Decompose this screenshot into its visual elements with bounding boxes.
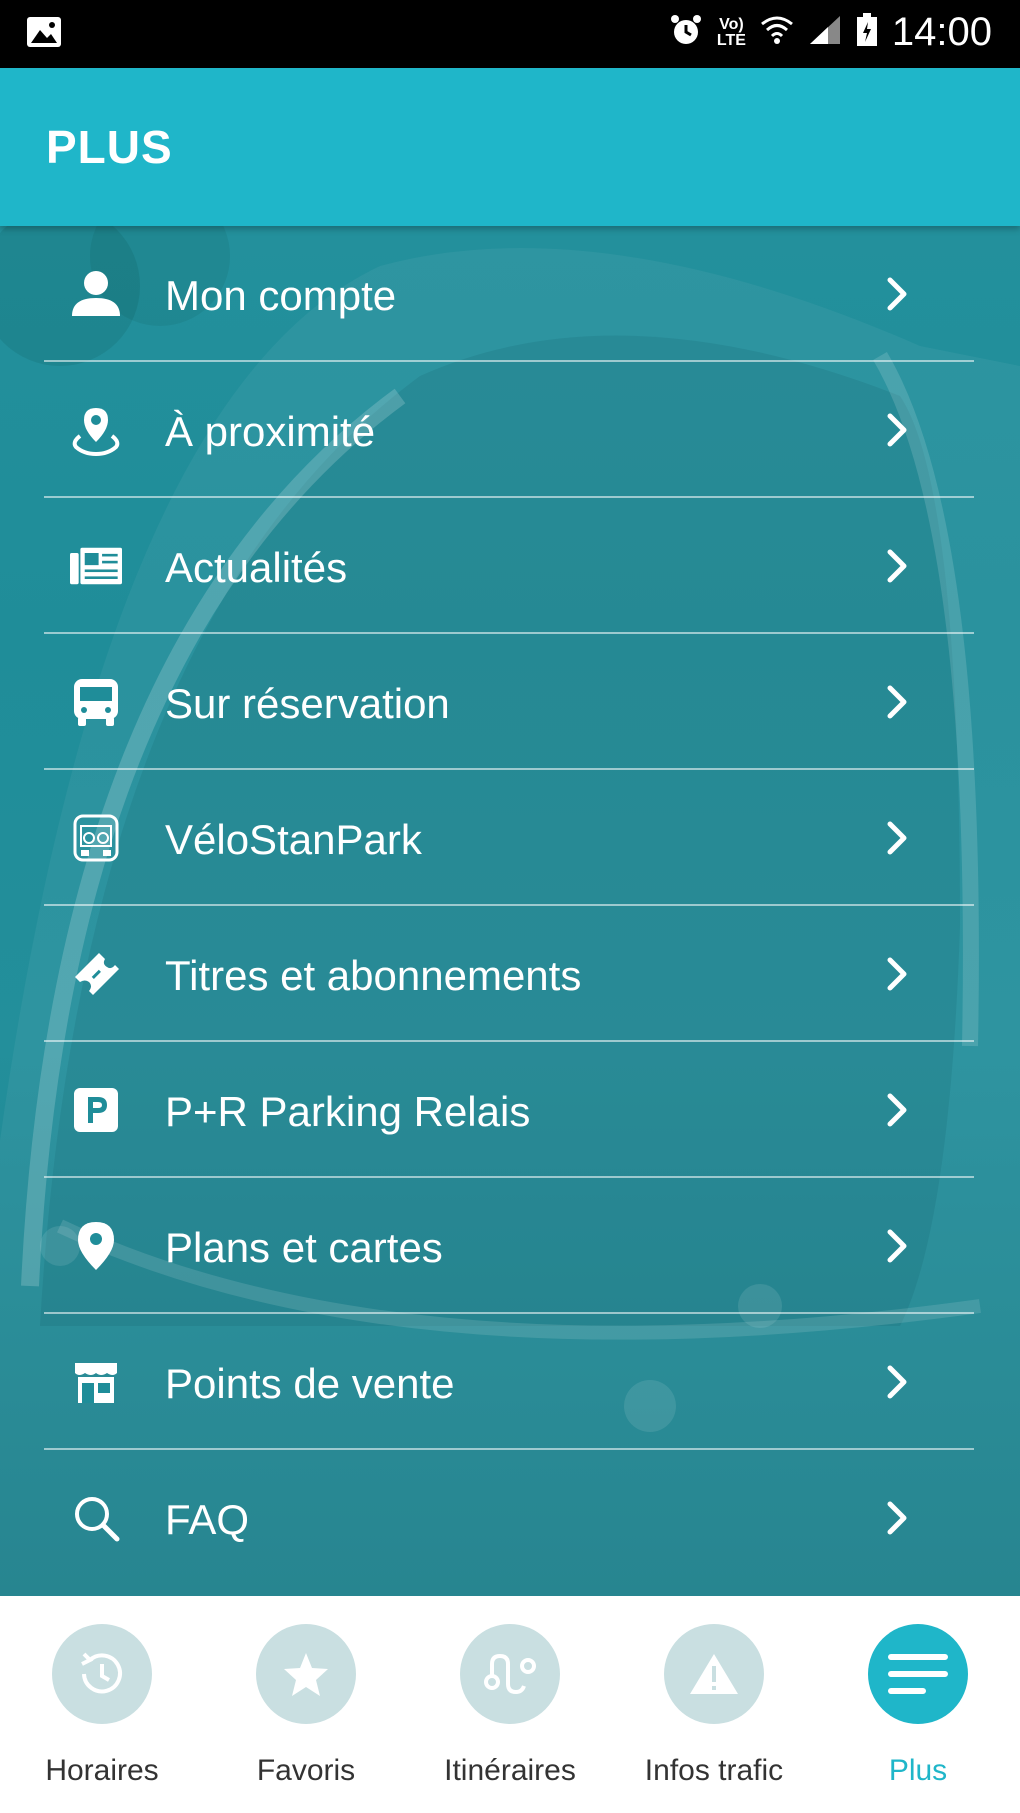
menu-item-sur-reservation[interactable]: Sur réservation — [0, 634, 1020, 770]
location-pin-icon — [70, 404, 122, 456]
menu-item-mon-compte[interactable]: Mon compte — [0, 226, 1020, 362]
nav-label: Horaires — [45, 1754, 159, 1787]
nav-label: Infos trafic — [644, 1754, 784, 1787]
status-time: 14:00 — [891, 10, 992, 54]
menu-item-label: Points de vente — [165, 1360, 455, 1407]
route-icon — [460, 1624, 560, 1724]
nav-itineraires[interactable]: Itinéraires — [408, 1596, 612, 1813]
person-icon — [70, 268, 122, 320]
chevron-right-icon — [882, 682, 912, 722]
chevron-right-icon — [882, 818, 912, 858]
star-icon — [256, 1624, 356, 1724]
menu-item-titres-abonnements[interactable]: Titres et abonnements — [0, 906, 1020, 1042]
nav-label: Plus — [888, 1754, 948, 1787]
ticket-icon — [70, 948, 122, 1000]
nav-horaires[interactable]: Horaires — [0, 1596, 204, 1813]
page-title: PLUS — [46, 121, 173, 173]
menu-item-points-de-vente[interactable]: Points de vente — [0, 1314, 1020, 1450]
alarm-icon — [669, 13, 703, 52]
menu-content[interactable]: Mon compte À proximité Actualités Sur ré… — [0, 226, 1020, 1596]
menu-item-faq[interactable]: FAQ — [0, 1450, 1020, 1586]
chevron-right-icon — [882, 1498, 912, 1538]
menu-item-parking-relais[interactable]: P+R Parking Relais — [0, 1042, 1020, 1178]
chevron-right-icon — [882, 274, 912, 314]
nav-favoris[interactable]: Favoris — [204, 1596, 408, 1813]
menu-item-label: FAQ — [165, 1496, 250, 1543]
signal-icon — [808, 14, 842, 51]
battery-icon — [856, 13, 878, 52]
map-pin-icon — [70, 1220, 122, 1272]
menu-item-plans-cartes[interactable]: Plans et cartes — [0, 1178, 1020, 1314]
menu-item-label: VéloStanPark — [165, 816, 422, 863]
nav-infos-trafic[interactable]: Infos trafic — [612, 1596, 816, 1813]
bottom-navigation: Horaires Favoris Itinéraires Infos trafi… — [0, 1596, 1020, 1813]
menu-item-velostanpark[interactable]: VéloStanPark — [0, 770, 1020, 906]
chevron-right-icon — [882, 410, 912, 450]
menu-item-label: Mon compte — [165, 272, 397, 319]
menu-item-label: Titres et abonnements — [165, 952, 582, 999]
parking-icon — [70, 1084, 122, 1136]
store-icon — [70, 1356, 122, 1408]
nav-label: Itinéraires — [444, 1754, 576, 1787]
menu-item-a-proximite[interactable]: À proximité — [0, 362, 1020, 498]
menu-item-label: À proximité — [165, 408, 376, 455]
nav-label: Favoris — [256, 1754, 356, 1787]
volte-icon: Vo) LTE — [716, 15, 746, 49]
app-bar: PLUS — [0, 68, 1020, 226]
menu-item-label: Sur réservation — [165, 680, 450, 727]
menu-lines-icon — [868, 1624, 968, 1724]
menu-item-actualites[interactable]: Actualités — [0, 498, 1020, 634]
chevron-right-icon — [882, 1226, 912, 1266]
chevron-right-icon — [882, 1090, 912, 1130]
chevron-right-icon — [882, 954, 912, 994]
bus-icon — [70, 676, 122, 728]
menu-item-label: Plans et cartes — [165, 1224, 443, 1271]
image-notification-icon — [26, 16, 62, 53]
menu-item-label: Actualités — [165, 544, 348, 591]
warning-icon — [664, 1624, 764, 1724]
nav-plus[interactable]: Plus — [816, 1596, 1020, 1813]
menu-list: Mon compte À proximité Actualités Sur ré… — [0, 226, 1020, 1586]
clock-icon — [52, 1624, 152, 1724]
status-bar: Vo) LTE 14:00 — [0, 0, 1020, 68]
chevron-right-icon — [882, 546, 912, 586]
newspaper-icon — [70, 540, 122, 592]
wifi-icon — [760, 14, 794, 51]
chevron-right-icon — [882, 1362, 912, 1402]
menu-item-label: P+R Parking Relais — [165, 1088, 531, 1135]
bike-parking-icon — [70, 812, 122, 864]
search-icon — [70, 1492, 122, 1544]
